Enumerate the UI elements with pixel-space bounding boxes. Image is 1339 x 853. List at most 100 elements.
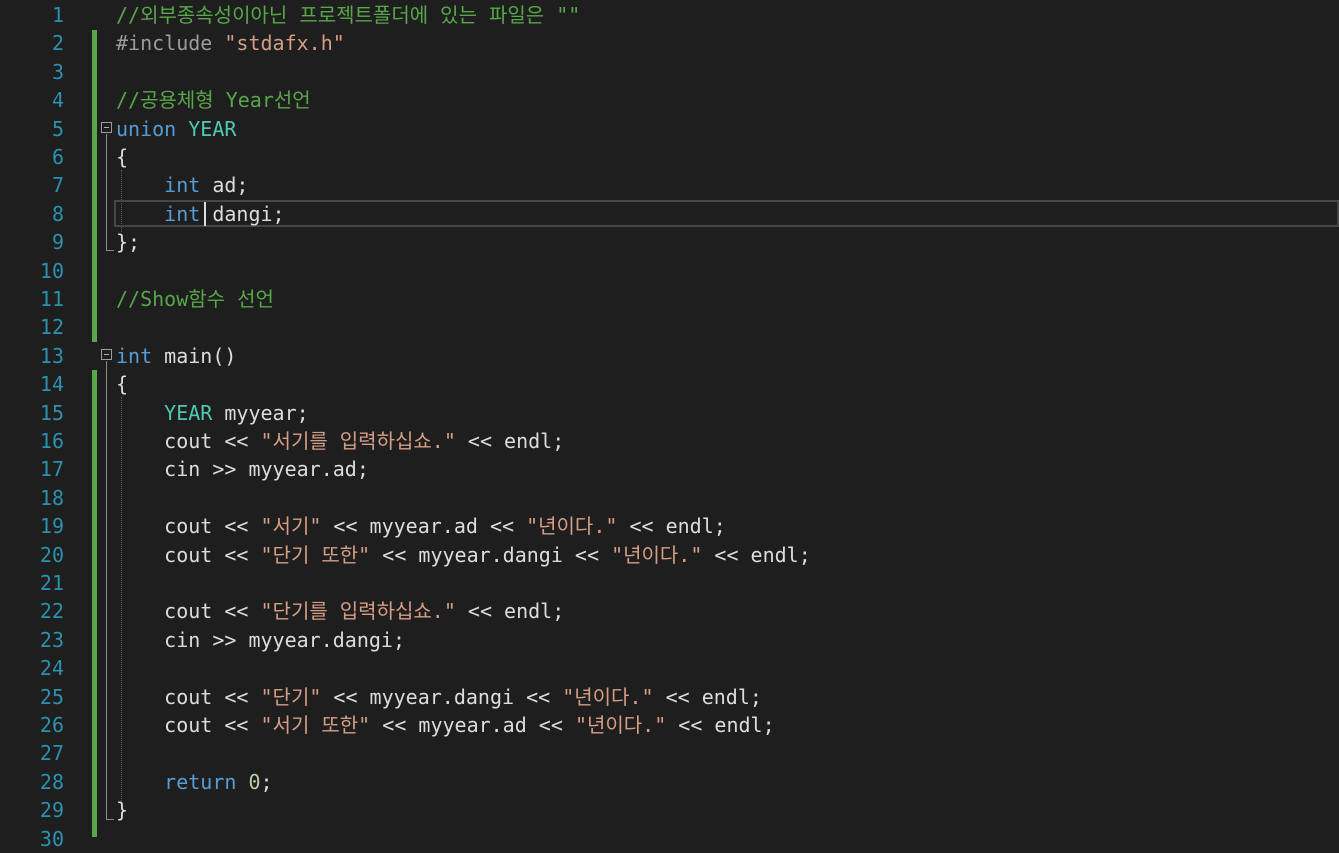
code-token-keyword: int [164, 173, 201, 198]
code-line[interactable]: } [116, 796, 128, 824]
code-token-comment: //공용체형 Year선언 [116, 88, 311, 113]
line-number: 8 [51, 201, 64, 226]
code-line[interactable]: //공용체형 Year선언 [116, 86, 311, 114]
code-token-plain: cout << [116, 684, 261, 709]
code-token-keyword: int [116, 343, 153, 368]
code-token-string: "년이다." [562, 684, 654, 709]
code-token-type: YEAR [188, 116, 237, 141]
line-number: 9 [51, 230, 64, 255]
collapse-union-icon[interactable] [101, 122, 112, 133]
code-line[interactable]: YEAR myyear; [116, 399, 309, 427]
code-token-plain: main() [152, 343, 237, 368]
line-number: 14 [39, 372, 64, 397]
code-line[interactable]: //외부종속성이아닌 프로젝트폴더에 있는 파일은 "" [116, 1, 580, 29]
code-line[interactable]: int main() [116, 342, 236, 370]
code-line[interactable]: { [116, 143, 128, 171]
code-token-plain: cin >> myyear.dangi; [116, 627, 405, 652]
line-number: 15 [39, 400, 64, 425]
code-token-plain: << endl; [617, 514, 726, 539]
code-token-plain: << endl; [455, 599, 565, 624]
code-token-plain: << endl; [653, 684, 762, 709]
code-line[interactable]: //Show함수 선언 [116, 285, 274, 313]
code-token-plain: << myyear.dangi << [321, 684, 563, 709]
line-number: 24 [39, 656, 64, 681]
code-token-plain: cout << [116, 429, 261, 453]
code-token-plain: << endl; [666, 713, 775, 737]
line-number: 29 [39, 798, 64, 823]
code-token-keyword: return [164, 769, 237, 794]
code-token-string: "년이다." [526, 514, 618, 539]
code-token-string: "단기 또한" [260, 542, 371, 567]
code-token-plain: << myyear.ad << [321, 514, 527, 539]
code-token-plain: dangi; [200, 201, 285, 226]
line-number: 4 [51, 88, 64, 113]
code-token-plain: }; [116, 230, 141, 255]
code-line[interactable]: cout << "단기 또한" << myyear.dangi << "년이다.… [116, 541, 811, 569]
code-line[interactable]: cout << "서기를 입력하십쇼." << endl; [116, 427, 564, 455]
line-number: 27 [39, 741, 64, 766]
code-token-plain: { [116, 372, 129, 397]
code-line[interactable]: union YEAR [116, 115, 236, 143]
fold-region-end [106, 819, 114, 820]
code-line[interactable]: #include "stdafx.h" [116, 29, 345, 57]
line-number: 6 [51, 145, 64, 169]
code-token-plain: { [116, 145, 129, 169]
code-line[interactable]: int ad; [116, 171, 248, 199]
code-token-comment: //외부종속성이아닌 프로젝트폴더에 있는 파일은 "" [116, 3, 581, 27]
line-number: 11 [39, 287, 64, 311]
code-token-plain: ; [260, 769, 273, 794]
line-number: 3 [51, 59, 64, 84]
fold-region-end [106, 250, 114, 251]
code-token-plain: myyear; [212, 400, 309, 425]
code-line[interactable]: cout << "서기 또한" << myyear.ad << "년이다." <… [116, 711, 775, 739]
code-line[interactable]: return 0; [116, 768, 273, 796]
code-token-plain: } [116, 798, 129, 823]
code-editor[interactable]: 1 2 3 4 5 6 7 8 9 10 11 12 13 14 15 16 17 18 19 20 21 22 23 24 2… [0, 0, 1339, 851]
code-line[interactable]: cout << "서기" << myyear.ad << "년이다." << e… [116, 512, 726, 540]
code-line[interactable]: cout << "단기를 입력하십쇼." << endl; [116, 597, 564, 625]
line-number: 18 [39, 485, 64, 510]
code-token-string: "서기 또한" [260, 713, 371, 737]
code-token-plain: cout << [116, 542, 261, 567]
code-token-plain: cout << [116, 514, 261, 539]
line-number: 7 [51, 173, 64, 198]
line-number: 1 [51, 3, 64, 27]
current-line-highlight [114, 200, 1339, 227]
line-number: 17 [39, 457, 64, 482]
fold-region-line [106, 361, 107, 819]
code-token-plain: << endl; [455, 429, 565, 453]
change-bar [92, 30, 97, 86]
code-token-string: "단기를 입력하십쇼." [260, 599, 456, 624]
code-token-type: YEAR [164, 400, 213, 425]
line-number: 28 [39, 769, 64, 794]
line-number: 22 [39, 599, 64, 624]
code-token-string: "서기를 입력하십쇼." [260, 429, 456, 453]
line-number: 20 [39, 542, 64, 567]
code-line[interactable]: }; [116, 228, 140, 256]
collapse-main-icon[interactable] [101, 349, 112, 360]
code-token-number: 0 [248, 769, 261, 794]
line-number: 30 [39, 826, 64, 851]
code-line[interactable]: { [116, 370, 128, 398]
code-line[interactable]: int dangi; [116, 200, 285, 228]
line-number: 12 [39, 315, 64, 340]
code-token-keyword: union [116, 116, 177, 141]
code-line[interactable]: cin >> myyear.ad; [116, 455, 369, 483]
code-token-keyword: int [164, 201, 201, 226]
line-number: 19 [39, 514, 64, 539]
line-number: 21 [39, 571, 64, 595]
line-number: 23 [39, 627, 64, 652]
code-token-string: "단기" [260, 684, 322, 709]
code-line[interactable]: cout << "단기" << myyear.dangi << "년이다." <… [116, 683, 762, 711]
code-token-plain: cout << [116, 713, 261, 737]
line-number: 13 [39, 343, 64, 368]
code-line[interactable]: cin >> myyear.dangi; [116, 626, 405, 654]
change-bar [92, 86, 97, 342]
code-token-string: "stdafx.h" [224, 31, 345, 56]
